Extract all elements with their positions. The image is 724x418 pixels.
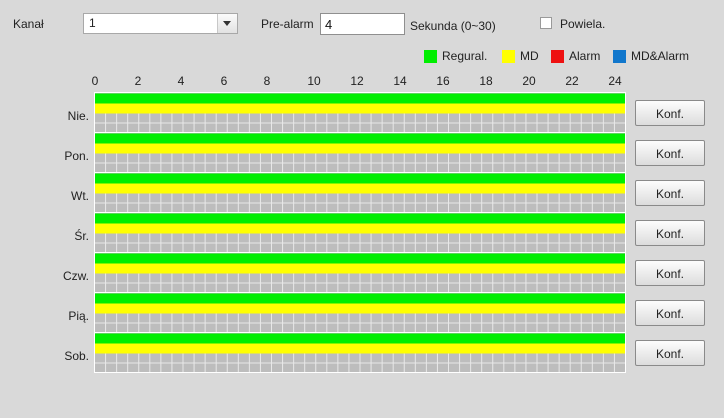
- period-bar: [94, 93, 626, 104]
- period-bar: [94, 183, 626, 194]
- channel-select[interactable]: 1: [83, 13, 238, 34]
- period-bar: [94, 143, 626, 154]
- period-bar: [94, 133, 626, 144]
- config-button-thursday[interactable]: Konf.: [635, 260, 705, 286]
- hour-label: 14: [393, 74, 407, 88]
- day-label-thursday: Czw.: [62, 269, 89, 283]
- regular-swatch: [424, 49, 437, 63]
- day-label-tuesday: Wt.: [71, 189, 89, 203]
- hour-label: 24: [608, 74, 622, 88]
- period-bar: [94, 213, 626, 224]
- period-bar: [94, 223, 626, 234]
- hour-label: 22: [565, 74, 579, 88]
- channel-value: 1: [89, 16, 96, 30]
- config-button-wednesday[interactable]: Konf.: [635, 220, 705, 246]
- period-bar: [94, 173, 626, 184]
- copy-label: Powiela.: [560, 17, 606, 31]
- hour-label: 4: [177, 74, 185, 88]
- config-button-sunday[interactable]: Konf.: [635, 100, 705, 126]
- legend-md: MD: [502, 49, 539, 63]
- hour-label: 8: [263, 74, 271, 88]
- period-bar: [94, 263, 626, 274]
- pre-alarm-label: Pre-alarm: [261, 17, 314, 31]
- hour-label: 18: [479, 74, 493, 88]
- pre-alarm-unit: Sekunda (0~30): [410, 19, 496, 33]
- legend-md-alarm: MD&Alarm: [613, 49, 689, 63]
- schedule-grid[interactable]: [94, 92, 626, 374]
- alarm-swatch: [551, 49, 564, 63]
- legend-md-label: MD: [520, 49, 539, 63]
- day-label-wednesday: Śr.: [74, 229, 89, 243]
- legend-regular: Regural.: [424, 49, 487, 63]
- period-bar: [94, 343, 626, 354]
- hour-label: 6: [220, 74, 228, 88]
- day-label-monday: Pon.: [64, 149, 89, 163]
- channel-label: Kanał: [13, 17, 44, 31]
- legend-alarm: Alarm: [551, 49, 600, 63]
- config-button-monday[interactable]: Konf.: [635, 140, 705, 166]
- md-alarm-swatch: [613, 49, 626, 63]
- hour-label: 20: [522, 74, 536, 88]
- legend-regular-label: Regural.: [442, 49, 488, 63]
- hour-label: 10: [307, 74, 321, 88]
- period-bar: [94, 303, 626, 314]
- hour-label: 16: [436, 74, 450, 88]
- legend-alarm-label: Alarm: [569, 49, 601, 63]
- legend-md-alarm-label: MD&Alarm: [631, 49, 690, 63]
- hour-label: 2: [134, 74, 142, 88]
- copy-checkbox[interactable]: [540, 17, 552, 29]
- md-swatch: [502, 49, 515, 63]
- period-bar: [94, 293, 626, 304]
- period-bar: [94, 333, 626, 344]
- pre-alarm-input[interactable]: [320, 13, 405, 35]
- dropdown-button[interactable]: [217, 14, 237, 33]
- hour-label: 0: [91, 74, 99, 88]
- config-button-tuesday[interactable]: Konf.: [635, 180, 705, 206]
- chevron-down-icon: [223, 21, 231, 26]
- day-label-saturday: Sob.: [64, 349, 89, 363]
- day-label-friday: Pią.: [68, 309, 89, 323]
- hour-label: 12: [350, 74, 364, 88]
- period-bar: [94, 253, 626, 264]
- config-button-friday[interactable]: Konf.: [635, 300, 705, 326]
- config-button-saturday[interactable]: Konf.: [635, 340, 705, 366]
- period-bar: [94, 103, 626, 114]
- day-label-sunday: Nie.: [67, 109, 89, 123]
